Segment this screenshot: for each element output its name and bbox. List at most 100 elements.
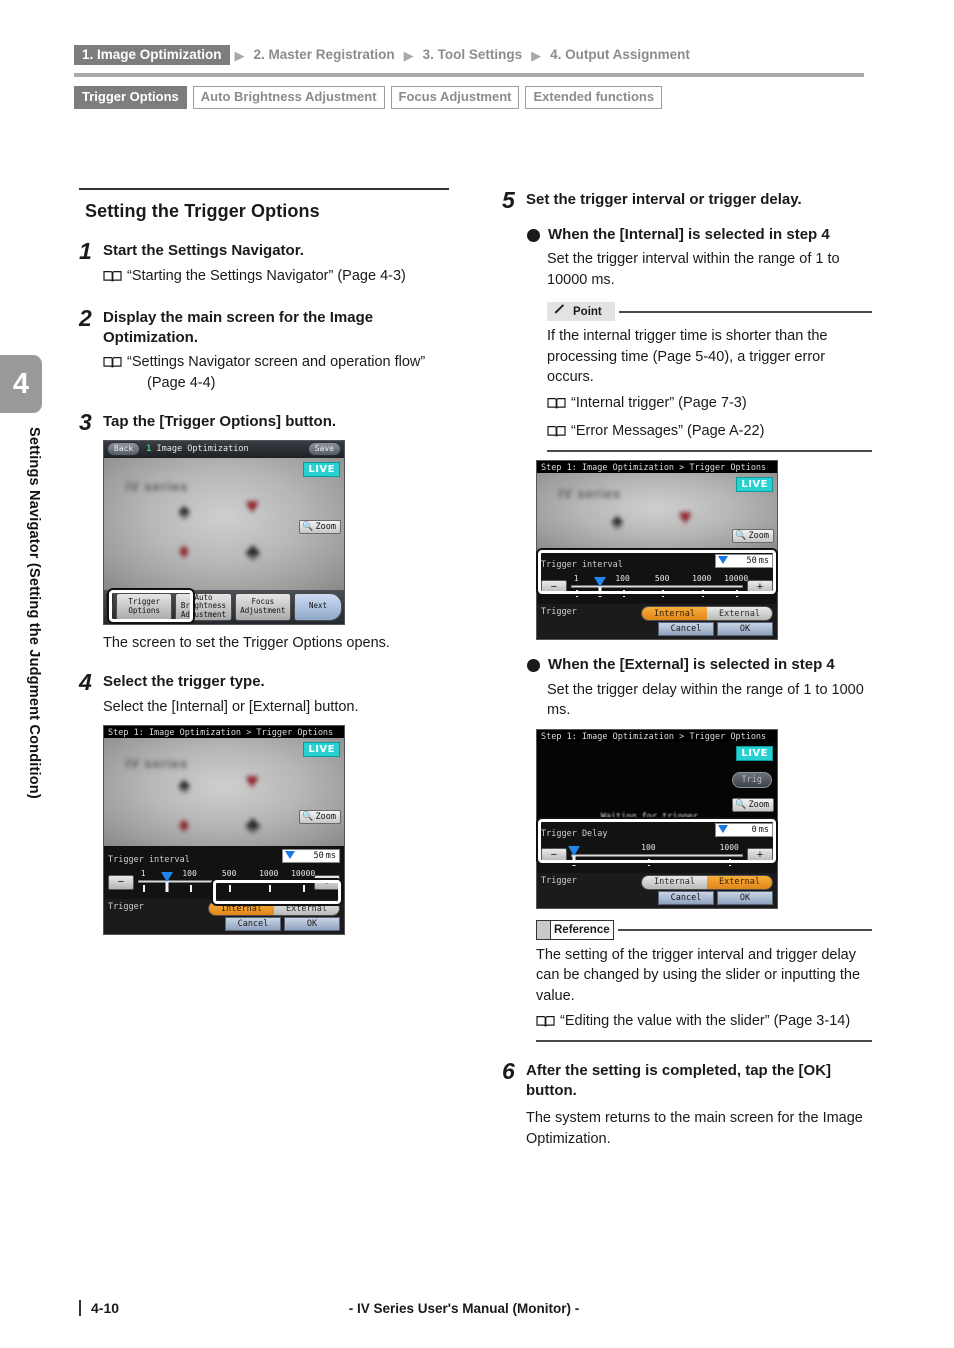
trigger-interval-slider-area: Trigger interval 50 ms − 1 100 500 1000 … [104,846,344,900]
external-button[interactable]: External [274,902,339,916]
diamond-icon: ♦ [178,811,190,837]
increment-button[interactable]: + [747,579,773,595]
cancel-button[interactable]: Cancel [225,917,281,932]
internal-description: Set the trigger interval within the rang… [547,251,840,288]
zoom-button[interactable]: 🔍 Zoom [732,529,774,544]
book-icon [103,269,122,290]
back-button[interactable]: Back [107,442,141,457]
slider-tick [736,590,739,598]
internal-button[interactable]: Internal [642,875,707,889]
cross-reference[interactable]: “Internal trigger” (Page 7-3) [547,393,872,417]
increment-button[interactable]: + [314,874,340,890]
zoom-button-label: Zoom [748,531,769,542]
trigger-interval-value: 50 [313,851,324,862]
cross-reference[interactable]: “Error Messages” (Page A-22) [547,421,872,445]
auto-brightness-adjustment-button[interactable]: Auto Brightness Adjustment [175,592,232,621]
tab-focus-adjustment[interactable]: Focus Adjustment [390,86,520,110]
zoom-button[interactable]: 🔍 Zoom [299,810,341,825]
trigger-interval-value-field[interactable]: 50 ms [715,554,773,569]
spade-icon: ♠ [178,497,191,523]
cross-reference[interactable]: “Starting the Settings Navigator” (Page … [103,266,449,290]
slider-track-wrap[interactable]: 1 100 500 1000 10000 [571,574,748,600]
note-rule [617,929,872,932]
slider-tick [662,590,665,598]
reference-badge: Reference [536,920,614,941]
watermark-text: IV series [125,478,189,494]
tab-trigger-options[interactable]: Trigger Options [74,86,187,110]
trigger-type-row: Trigger Internal External [537,604,777,622]
tick-label: 10000 [724,574,749,584]
slider-tick [622,590,625,598]
internal-button[interactable]: Internal [642,607,707,621]
slider-thumb[interactable] [594,577,607,588]
ok-button[interactable]: OK [284,917,340,932]
step-number: 3 [79,409,92,436]
slider-track-wrap[interactable]: 100 1000 [568,842,743,869]
spade-icon: ♠ [178,772,191,798]
trigger-label: Trigger [541,875,577,886]
slider-thumb[interactable] [161,872,174,883]
zoom-button[interactable]: 🔍 Zoom [732,797,774,812]
trigger-type-segmented-control: Internal External [641,606,773,622]
decrement-button[interactable]: − [541,848,567,864]
decrement-button[interactable]: − [108,874,134,890]
decrement-button[interactable]: − [541,579,567,595]
ok-button[interactable]: OK [717,622,773,637]
ok-button[interactable]: OK [717,890,773,905]
tick-label: 100 [182,869,197,879]
heart-icon: ♥ [245,767,259,793]
book-icon [547,424,566,445]
step-heading: Set the trigger interval or trigger dela… [526,191,802,208]
zoom-button[interactable]: 🔍 Zoom [299,519,341,534]
camera-viewport: LIVE Trig 🔍 Zoom Waiting for trigger... [537,741,777,822]
reference-badge-label: Reference [551,920,614,941]
tab-extended-functions[interactable]: Extended functions [525,86,663,110]
slider-tick [303,885,306,893]
trigger-options-button[interactable]: Trigger Options [116,592,173,621]
cancel-button[interactable]: Cancel [658,622,714,637]
trigger-delay-value-field[interactable]: 0 ms [715,822,773,837]
trigger-type-segmented-control: Internal External [641,874,773,890]
external-button[interactable]: External [707,607,772,621]
tick-label: 100 [641,842,656,852]
cross-reference[interactable]: “Editing the value with the slider” (Pag… [536,1011,872,1035]
focus-adjustment-button[interactable]: Focus Adjustment [234,592,291,621]
watermark-text: IV series [125,755,189,771]
scroll-left-icon[interactable]: ◀ [106,593,113,620]
header-tab-row: Trigger Options Auto Brightness Adjustme… [74,86,864,110]
external-description: Set the trigger delay within the range o… [547,681,864,719]
save-button[interactable]: Save [307,442,341,457]
workflow-breadcrumb: 1. Image Optimization ▶ 2. Master Regist… [74,44,864,66]
slider-tick [229,885,232,893]
next-button[interactable]: Next [293,592,342,621]
cross-reference[interactable]: “Settings Navigator screen and operation… [103,352,449,393]
flow-step-output-assignment[interactable]: 4. Output Assignment [546,48,694,62]
flow-step-image-optimization[interactable]: 1. Image Optimization [74,44,230,66]
external-button[interactable]: External [707,875,772,889]
step-number: 6 [502,1058,515,1085]
device-toolbar: ◀ Trigger Options Auto Brightness Adjustmen… [104,589,344,624]
heart-icon: ♥ [678,503,692,529]
flow-step-master-registration[interactable]: 2. Master Registration [250,48,399,62]
increment-button[interactable]: + [747,848,773,864]
trigger-interval-value-field[interactable]: 50 ms [282,849,340,864]
slider-row: − 1 100 500 1000 10000 + [541,574,773,600]
slider-track-wrap[interactable]: 1 100 500 1000 10000 [138,869,315,895]
diamond-icon: ♦ [178,537,190,563]
trig-button[interactable]: Trig [731,771,772,788]
step-number: 4 [79,669,92,696]
zoom-button-label: Zoom [748,799,769,810]
slider-thumb[interactable] [568,845,581,856]
cancel-button[interactable]: Cancel [658,890,714,905]
left-column: Setting the Trigger Options 1 Start the … [79,188,449,936]
screenshot-trigger-delay: Step 1: Image Optimization > Trigger Opt… [536,728,778,909]
tab-auto-brightness-adjustment[interactable]: Auto Brightness Adjustment [192,86,385,110]
bullet-dot-icon [527,659,540,673]
dialog-button-row: Cancel OK [537,888,777,908]
screenshot-trigger-interval: Step 1: Image Optimization > Trigger Opt… [536,460,778,641]
page-header: 1. Image Optimization ▶ 2. Master Regist… [74,44,864,110]
internal-button[interactable]: Internal [209,902,274,916]
slider-tick [189,885,192,893]
flow-step-tool-settings[interactable]: 3. Tool Settings [419,48,527,62]
cross-reference-text: “Internal trigger” (Page 7-3) [571,394,747,411]
